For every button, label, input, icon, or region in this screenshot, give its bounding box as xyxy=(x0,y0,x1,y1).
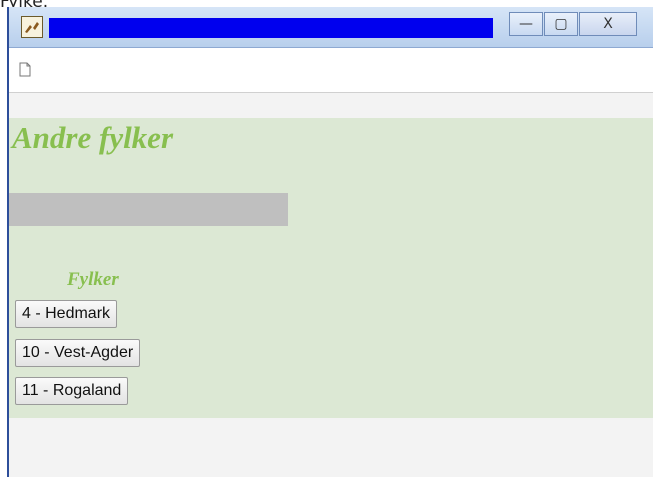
browser-window: — ▢ X Andre fylker Fylker 4 - Hedmark 10… xyxy=(7,7,653,477)
maximize-button[interactable]: ▢ xyxy=(544,12,578,36)
minimize-button[interactable]: — xyxy=(509,12,543,36)
title-bar[interactable]: — ▢ X xyxy=(9,7,653,48)
page-viewport: Andre fylker Fylker 4 - Hedmark 10 - Ves… xyxy=(9,93,653,477)
minimize-icon: — xyxy=(519,16,533,32)
page-icon xyxy=(19,62,31,77)
address-bar[interactable] xyxy=(9,48,653,93)
close-button[interactable]: X xyxy=(579,12,637,36)
county-button-rogaland[interactable]: 11 - Rogaland xyxy=(15,377,129,405)
gray-bar xyxy=(9,193,288,226)
county-button-vest-agder[interactable]: 10 - Vest-Agder xyxy=(15,339,141,367)
maximize-icon: ▢ xyxy=(554,16,568,32)
window-controls: — ▢ X xyxy=(509,12,637,38)
county-button-hedmark[interactable]: 4 - Hedmark xyxy=(15,300,118,328)
page-title: Andre fylker xyxy=(12,120,174,155)
content-panel: Andre fylker Fylker 4 - Hedmark 10 - Ves… xyxy=(9,118,653,418)
window-title xyxy=(49,18,493,38)
app-icon xyxy=(21,16,43,38)
county-list-label: Fylker xyxy=(67,269,119,290)
close-icon: X xyxy=(603,16,613,32)
